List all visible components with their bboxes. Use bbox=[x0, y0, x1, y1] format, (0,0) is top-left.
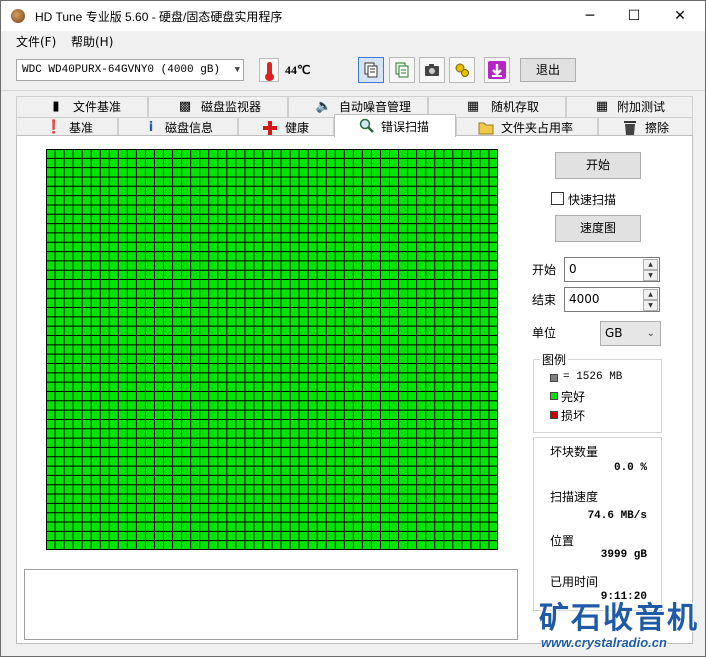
tab-label: 错误扫描 bbox=[381, 120, 430, 134]
unit-value: GB bbox=[605, 326, 623, 340]
chevron-down-icon: ▼ bbox=[234, 65, 240, 75]
start-label: 开始 bbox=[532, 263, 557, 277]
options-button[interactable] bbox=[449, 57, 475, 83]
tab-label: 磁盘监视器 bbox=[201, 100, 262, 114]
copy-text-button[interactable] bbox=[389, 57, 415, 83]
scan-speed-value: 74.6 MB/s bbox=[587, 510, 647, 522]
end-label: 结束 bbox=[532, 293, 557, 307]
position-label: 位置 bbox=[550, 534, 575, 548]
watermark-url: www.crystalradio.cn bbox=[541, 635, 667, 650]
spin-down-icon[interactable]: ▼ bbox=[643, 270, 658, 281]
legend-block-size: = 1526 MB bbox=[563, 371, 623, 383]
hdtune-app-icon bbox=[11, 9, 25, 23]
toolbar: WDC WD40PURX-64GVNY0 (4000 gB) ▼ 44℃ 退出 bbox=[1, 51, 705, 91]
screenshot-icon bbox=[425, 64, 439, 76]
quick-scan-label: 快速扫描 bbox=[568, 193, 617, 207]
tab-label: 随机存取 bbox=[491, 100, 540, 114]
benchmark-icon: ❗ bbox=[45, 120, 63, 135]
maximize-button[interactable]: ☐ bbox=[611, 1, 657, 31]
info-icon: i bbox=[148, 120, 154, 135]
screenshot-button[interactable] bbox=[419, 57, 445, 83]
health-cross-icon bbox=[261, 120, 279, 136]
spin-up-icon[interactable]: ▲ bbox=[643, 289, 658, 300]
temperature-value: 44℃ bbox=[285, 63, 311, 77]
tab-label: 附加测试 bbox=[617, 100, 666, 114]
start-value: 0 bbox=[569, 262, 577, 276]
legend-ok-swatch bbox=[550, 392, 558, 400]
spin-up-icon[interactable]: ▲ bbox=[643, 259, 658, 270]
save-icon bbox=[488, 61, 506, 79]
menu-file[interactable]: 文件(F) bbox=[16, 33, 56, 50]
unit-label: 单位 bbox=[532, 326, 557, 340]
random-access-icon: ▦ bbox=[466, 99, 480, 114]
watermark-text: 矿石收音机 bbox=[539, 601, 699, 636]
legend-block-swatch bbox=[550, 374, 558, 382]
tab-disk-monitor[interactable]: ▩ 磁盘监视器 bbox=[148, 96, 288, 117]
block-map bbox=[46, 149, 498, 550]
speaker-icon: 🔈 bbox=[315, 99, 333, 114]
trash-icon bbox=[621, 120, 639, 136]
position-value: 3999 gB bbox=[600, 549, 647, 561]
folder-icon bbox=[477, 120, 495, 136]
tab-file-benchmark[interactable]: ▮ 文件基准 bbox=[16, 96, 148, 117]
minimize-button[interactable]: ─ bbox=[567, 1, 613, 31]
window-title: HD Tune 专业版 5.60 - 硬盘/固态硬盘实用程序 bbox=[35, 10, 283, 24]
extra-tests-icon: ▦ bbox=[595, 99, 609, 114]
close-button[interactable]: ✕ bbox=[657, 1, 703, 31]
start-stepper[interactable]: 0 ▲ ▼ bbox=[564, 257, 660, 282]
bad-blocks-label: 坏块数量 bbox=[550, 445, 599, 459]
copy-text-icon bbox=[395, 62, 409, 78]
spin-down-icon[interactable]: ▼ bbox=[643, 300, 658, 311]
legend-ok-label: 完好 bbox=[561, 390, 586, 404]
menu-help[interactable]: 帮助(H) bbox=[71, 33, 113, 50]
drive-select-value: WDC WD40PURX-64GVNY0 (4000 gB) bbox=[22, 64, 221, 76]
copy-info-button[interactable] bbox=[358, 57, 384, 83]
quick-scan-checkbox[interactable] bbox=[551, 192, 564, 205]
copy-info-icon bbox=[364, 62, 378, 78]
tab-label: 文件基准 bbox=[73, 100, 122, 114]
file-benchmark-icon: ▮ bbox=[52, 99, 60, 114]
end-value: 4000 bbox=[569, 292, 600, 306]
chevron-down-icon: ⌄ bbox=[646, 328, 655, 339]
tab-extra-tests[interactable]: ▦ 附加测试 bbox=[566, 96, 693, 117]
start-scan-button[interactable]: 开始 bbox=[555, 152, 641, 179]
app-window: HD Tune 专业版 5.60 - 硬盘/固态硬盘实用程序 ─ ☐ ✕ 文件(… bbox=[0, 0, 706, 657]
options-icon bbox=[455, 63, 469, 77]
title-bar: HD Tune 专业版 5.60 - 硬盘/固态硬盘实用程序 ─ ☐ ✕ bbox=[1, 1, 705, 31]
exit-button[interactable]: 退出 bbox=[520, 58, 576, 82]
elapsed-label: 已用时间 bbox=[550, 575, 599, 589]
menu-bar: 文件(F) 帮助(H) bbox=[1, 31, 705, 51]
log-area bbox=[24, 569, 518, 640]
legend-title: 图例 bbox=[540, 351, 569, 368]
unit-select[interactable]: GB ⌄ bbox=[600, 321, 661, 346]
magnifier-icon bbox=[357, 118, 375, 134]
legend-bad-label: 损坏 bbox=[561, 409, 586, 423]
save-button[interactable] bbox=[484, 57, 510, 83]
thermometer-icon bbox=[259, 58, 279, 82]
legend-bad-swatch bbox=[550, 411, 558, 419]
bad-blocks-value: 0.0 % bbox=[613, 462, 647, 474]
end-stepper[interactable]: 4000 ▲ ▼ bbox=[564, 287, 660, 312]
disk-monitor-icon: ▩ bbox=[178, 99, 192, 114]
scan-speed-label: 扫描速度 bbox=[550, 490, 599, 504]
drive-select[interactable]: WDC WD40PURX-64GVNY0 (4000 gB) ▼ bbox=[16, 59, 244, 81]
speed-map-button[interactable]: 速度图 bbox=[555, 215, 641, 242]
tab-error-scan[interactable]: 错误扫描 bbox=[334, 114, 456, 137]
